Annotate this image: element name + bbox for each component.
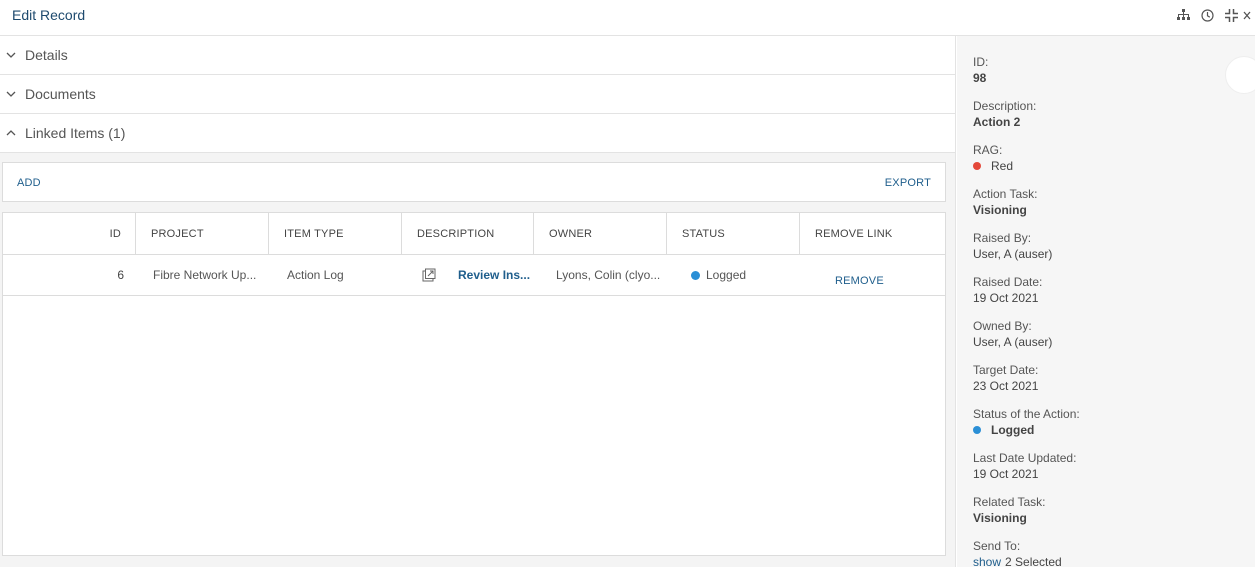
field-value: User, A (auser) bbox=[973, 335, 1053, 349]
table-row[interactable]: 6 Fibre Network Up... Action Log Review … bbox=[3, 255, 945, 296]
field-value: Visioning bbox=[973, 511, 1027, 525]
header-icons bbox=[1171, 6, 1255, 24]
panel-corner-button[interactable] bbox=[1225, 56, 1255, 94]
field-rag: RAG: Red bbox=[973, 142, 1013, 174]
field-label: Related Task: bbox=[973, 495, 1046, 509]
field-label: RAG: bbox=[973, 143, 1003, 157]
cell-project: Fibre Network Up... bbox=[153, 268, 257, 282]
export-button[interactable]: EXPORT bbox=[885, 177, 931, 189]
status-text: Logged bbox=[706, 268, 747, 282]
open-in-new-icon[interactable] bbox=[422, 268, 436, 282]
column-header-remove-link[interactable]: REMOVE LINK bbox=[800, 213, 945, 254]
cell-status: Logged bbox=[667, 255, 800, 295]
field-value: 19 Oct 2021 bbox=[973, 291, 1039, 305]
field-value: 98 bbox=[973, 71, 987, 85]
page-title: Edit Record bbox=[12, 7, 86, 23]
field-target-date: Target Date: 23 Oct 2021 bbox=[973, 362, 1038, 394]
field-value: 19 Oct 2021 bbox=[973, 467, 1039, 481]
add-button[interactable]: ADD bbox=[17, 177, 41, 189]
field-owned-by: Owned By: User, A (auser) bbox=[973, 318, 1052, 350]
field-value: show 2 Selected bbox=[973, 554, 1062, 567]
column-header-owner[interactable]: OWNER bbox=[534, 213, 667, 254]
field-value: Logged bbox=[973, 422, 1080, 438]
column-header-description[interactable]: DESCRIPTION bbox=[402, 213, 534, 254]
section-label: Details bbox=[25, 47, 68, 63]
remove-button[interactable]: REMOVE bbox=[835, 275, 884, 287]
main-content: Details Documents Linked Items (1) ADD E… bbox=[0, 36, 956, 567]
rag-dot bbox=[973, 162, 981, 170]
field-value: Red bbox=[973, 158, 1013, 174]
field-description: Description: Action 2 bbox=[973, 98, 1036, 130]
field-label: Action Task: bbox=[973, 187, 1038, 201]
section-label: Documents bbox=[25, 86, 96, 102]
field-label: Description: bbox=[973, 99, 1037, 113]
field-send-to: Send To: show 2 Selected bbox=[973, 538, 1062, 567]
column-header-id[interactable]: ID bbox=[3, 213, 136, 254]
field-label: Raised Date: bbox=[973, 275, 1043, 289]
hierarchy-icon[interactable] bbox=[1171, 6, 1195, 24]
linked-items-table: ID PROJECT ITEM TYPE DESCRIPTION OWNER S… bbox=[2, 212, 946, 556]
cell-item-type: Action Log bbox=[287, 268, 344, 282]
cell-owner: Lyons, Colin (clyo... bbox=[556, 268, 661, 282]
field-id: ID: 98 bbox=[973, 54, 988, 86]
field-label: Target Date: bbox=[973, 363, 1039, 377]
linked-items-toolbar: ADD EXPORT bbox=[2, 162, 946, 202]
field-value: Visioning bbox=[973, 203, 1027, 217]
section-linked-items[interactable]: Linked Items (1) bbox=[0, 114, 955, 153]
status-text: Logged bbox=[991, 423, 1035, 437]
table-header: ID PROJECT ITEM TYPE DESCRIPTION OWNER S… bbox=[3, 213, 945, 255]
column-header-status[interactable]: STATUS bbox=[667, 213, 800, 254]
chevron-down-icon bbox=[0, 52, 22, 58]
field-value: 23 Oct 2021 bbox=[973, 379, 1039, 393]
status-dot bbox=[973, 426, 981, 434]
cell-id: 6 bbox=[117, 268, 124, 282]
field-raised-by: Raised By: User, A (auser) bbox=[973, 230, 1052, 262]
rag-text: Red bbox=[991, 159, 1014, 173]
header-bar: Edit Record bbox=[0, 0, 1255, 36]
cell-remove-link: REMOVE bbox=[800, 255, 945, 295]
chevron-down-icon bbox=[0, 91, 22, 97]
show-recipients-link[interactable]: show bbox=[973, 554, 1001, 567]
field-label: Raised By: bbox=[973, 231, 1032, 245]
field-label: Last Date Updated: bbox=[973, 451, 1077, 465]
section-documents[interactable]: Documents bbox=[0, 75, 955, 114]
column-header-project[interactable]: PROJECT bbox=[136, 213, 269, 254]
collapse-icon[interactable] bbox=[1219, 6, 1243, 24]
description-link[interactable]: Review Ins... bbox=[458, 268, 530, 282]
field-raised-date: Raised Date: 19 Oct 2021 bbox=[973, 274, 1042, 306]
field-last-updated: Last Date Updated: 19 Oct 2021 bbox=[973, 450, 1076, 482]
field-value: User, A (auser) bbox=[973, 247, 1053, 261]
column-header-item-type[interactable]: ITEM TYPE bbox=[269, 213, 402, 254]
send-to-count: 2 Selected bbox=[1005, 555, 1062, 567]
field-label: ID: bbox=[973, 55, 989, 69]
field-label: Owned By: bbox=[973, 319, 1032, 333]
section-label: Linked Items (1) bbox=[25, 125, 126, 141]
record-details-panel: ID: 98 Description: Action 2 RAG: Red Ac… bbox=[957, 36, 1255, 567]
field-related-task: Related Task: Visioning bbox=[973, 494, 1046, 526]
field-status: Status of the Action: Logged bbox=[973, 406, 1080, 438]
field-label: Status of the Action: bbox=[973, 407, 1080, 421]
history-icon[interactable] bbox=[1195, 6, 1219, 24]
field-label: Send To: bbox=[973, 539, 1021, 553]
chevron-up-icon bbox=[0, 130, 22, 136]
linked-items-panel: ADD EXPORT ID PROJECT ITEM TYPE DESCRIPT… bbox=[0, 153, 955, 567]
status-dot bbox=[691, 270, 700, 280]
section-details[interactable]: Details bbox=[0, 36, 955, 75]
cell-description: Review Ins... bbox=[402, 255, 534, 295]
field-value: Action 2 bbox=[973, 115, 1021, 129]
close-icon[interactable] bbox=[1243, 6, 1255, 24]
field-action-task: Action Task: Visioning bbox=[973, 186, 1037, 218]
